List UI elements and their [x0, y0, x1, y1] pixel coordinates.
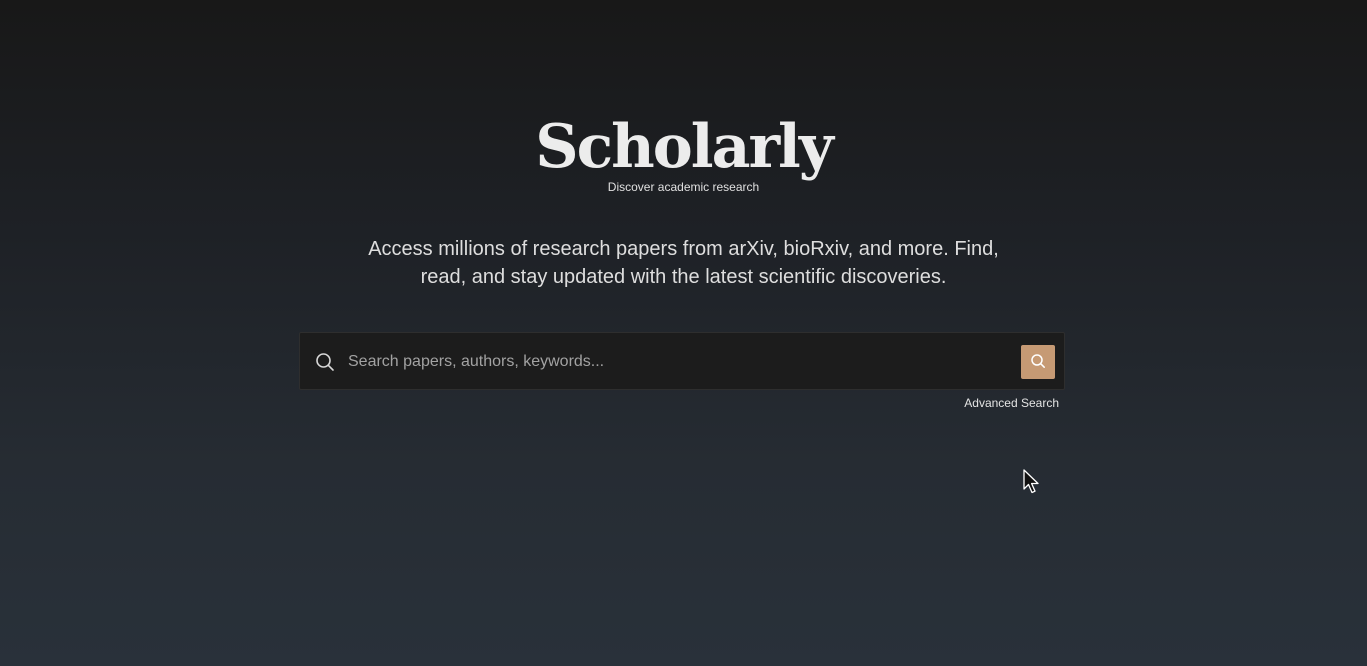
search-input[interactable]	[346, 343, 1010, 381]
search-icon	[1030, 353, 1046, 372]
brand-title: Scholarly	[535, 112, 833, 182]
tagline-line-2: read, and stay updated with the latest s…	[420, 266, 947, 288]
search-bar	[299, 332, 1065, 390]
search-button[interactable]	[1021, 345, 1055, 379]
search-icon	[315, 352, 335, 372]
mouse-cursor-icon	[1023, 469, 1041, 495]
brand-header: Scholarly Discover academic research	[0, 112, 1367, 194]
tagline-line-1: Access millions of research papers from …	[368, 238, 999, 260]
tagline: Access millions of research papers from …	[0, 235, 1367, 291]
advanced-search-link[interactable]: Advanced Search	[900, 396, 1059, 410]
brand-subtitle: Discover academic research	[607, 180, 760, 194]
